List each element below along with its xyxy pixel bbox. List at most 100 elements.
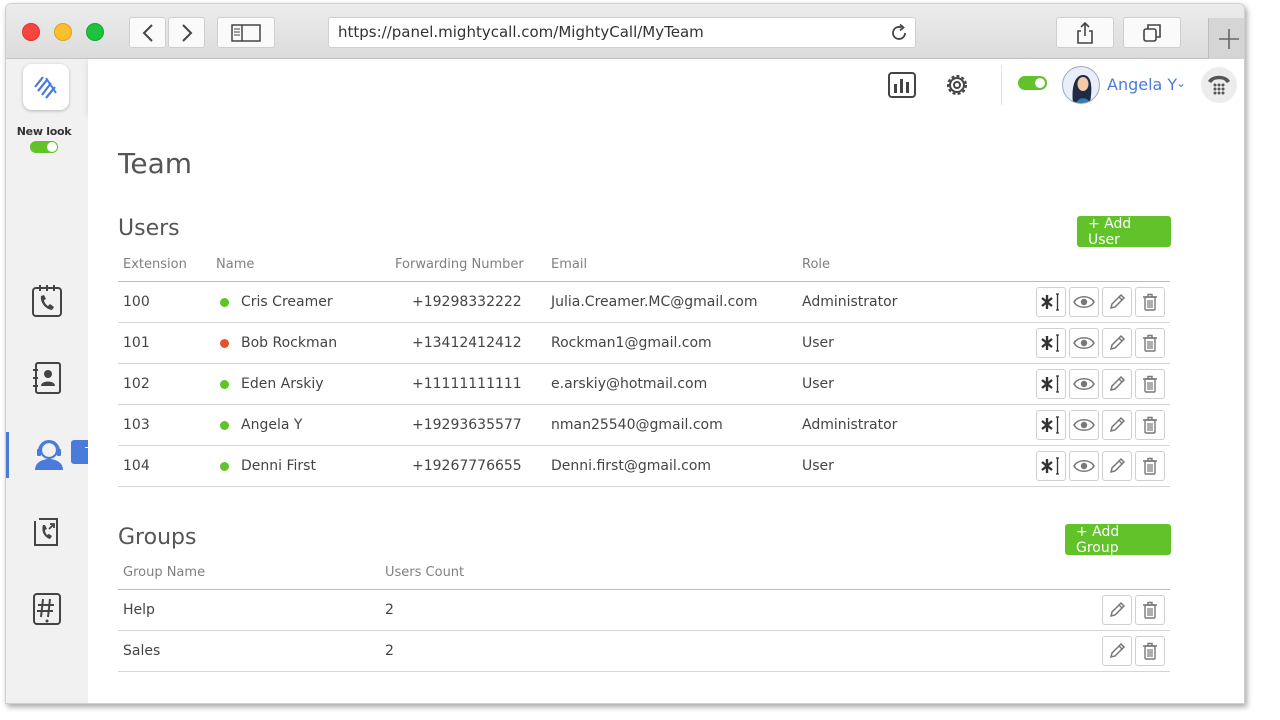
extension-settings-button[interactable] — [1036, 451, 1066, 481]
col-users-count[interactable]: Users Count — [385, 555, 464, 590]
group-name[interactable]: Sales — [123, 631, 160, 671]
browser-window: https://panel.mightycall.com/MightyCall/… — [5, 3, 1245, 704]
nav-callback[interactable] — [6, 509, 88, 555]
edit-button[interactable] — [1102, 451, 1132, 481]
nav-calls[interactable] — [6, 278, 88, 324]
new-tab-icon — [1218, 28, 1239, 49]
user-name[interactable]: Angela Y — [1107, 75, 1177, 94]
reload-icon[interactable] — [889, 23, 909, 53]
user-email: e.arskiy@hotmail.com — [551, 376, 708, 392]
row-actions — [1036, 451, 1165, 481]
delete-button[interactable] — [1135, 287, 1165, 317]
add-user-button[interactable]: + Add User — [1077, 216, 1171, 248]
pencil-icon — [1109, 601, 1126, 618]
extension-settings-button[interactable] — [1036, 287, 1066, 317]
sidebar-toggle-button[interactable] — [217, 17, 275, 48]
back-button[interactable] — [129, 17, 166, 48]
col-group-name[interactable]: Group Name — [123, 555, 205, 590]
browser-toolbar: https://panel.mightycall.com/MightyCall/… — [6, 4, 1244, 59]
extension-settings-button[interactable] — [1036, 369, 1066, 399]
add-group-button[interactable]: + Add Group — [1065, 524, 1171, 556]
edit-button[interactable] — [1102, 328, 1132, 358]
new-tab-button[interactable] — [1208, 18, 1244, 59]
extension-settings-button[interactable] — [1036, 328, 1066, 358]
edit-button[interactable] — [1102, 287, 1132, 317]
user-name[interactable]: Cris Creamer — [241, 282, 333, 322]
tabs-icon — [1143, 23, 1161, 42]
contacts-icon — [33, 362, 61, 394]
status-toggle[interactable] — [1018, 76, 1047, 90]
settings-icon — [947, 75, 967, 95]
avatar[interactable] — [1062, 66, 1100, 104]
delete-button[interactable] — [1135, 636, 1165, 666]
share-button[interactable] — [1056, 17, 1114, 48]
nav-contacts[interactable] — [6, 355, 88, 401]
edit-button[interactable] — [1102, 369, 1132, 399]
table-row[interactable]: Sales 2 — [118, 631, 1170, 672]
trash-icon — [1143, 457, 1157, 475]
forward-button[interactable] — [168, 17, 205, 48]
pencil-icon — [1109, 416, 1126, 433]
user-role: User — [802, 376, 834, 392]
settings-button[interactable] — [941, 69, 973, 101]
user-name[interactable]: Eden Arskiy — [241, 364, 324, 404]
group-name[interactable]: Help — [123, 590, 155, 630]
user-name[interactable]: Denni First — [241, 446, 316, 486]
user-name[interactable]: Bob Rockman — [241, 323, 337, 363]
table-row[interactable]: 100 Cris Creamer +19298332222 Julia.Creamer… — [118, 282, 1170, 323]
delete-button[interactable] — [1135, 369, 1165, 399]
table-row[interactable]: 101 Bob Rockman +13412412412 Rockman1@gmail… — [118, 323, 1170, 364]
view-button[interactable] — [1069, 451, 1099, 481]
maximize-window-button[interactable] — [86, 23, 104, 41]
address-bar[interactable]: https://panel.mightycall.com/MightyCall/… — [328, 17, 916, 48]
user-extension: 101 — [123, 335, 150, 351]
col-name[interactable]: Name — [216, 247, 254, 282]
col-role[interactable]: Role — [802, 247, 830, 282]
view-button[interactable] — [1069, 287, 1099, 317]
pin-icon — [1041, 457, 1059, 475]
view-button[interactable] — [1069, 369, 1099, 399]
nav-numbers[interactable] — [6, 586, 88, 632]
trash-icon — [1143, 334, 1157, 352]
new-look-toggle[interactable] — [30, 141, 58, 153]
user-extension: 103 — [123, 417, 150, 433]
minimize-window-button[interactable] — [54, 23, 72, 41]
delete-button[interactable] — [1135, 595, 1165, 625]
table-row[interactable]: 103 Angela Y +19293635577 nman25540@gmail.c… — [118, 405, 1170, 446]
close-window-button[interactable] — [22, 23, 40, 41]
dialpad-button[interactable] — [1201, 67, 1237, 103]
edit-button[interactable] — [1102, 595, 1132, 625]
delete-button[interactable] — [1135, 328, 1165, 358]
table-row[interactable]: 104 Denni First +19267776655 Denni.first@gm… — [118, 446, 1170, 487]
edit-button[interactable] — [1102, 636, 1132, 666]
delete-button[interactable] — [1135, 451, 1165, 481]
extension-settings-button[interactable] — [1036, 410, 1066, 440]
edit-button[interactable] — [1102, 410, 1132, 440]
col-extension[interactable]: Extension — [123, 247, 187, 282]
reports-button[interactable] — [886, 69, 918, 101]
col-forwarding[interactable]: Forwarding Number — [395, 247, 524, 282]
url-text: https://panel.mightycall.com/MightyCall/… — [338, 23, 704, 41]
main-content: Team Users + Add User Extension Name For… — [88, 113, 1244, 703]
reports-icon — [888, 72, 916, 98]
eye-icon — [1073, 419, 1095, 431]
user-name[interactable]: Angela Y — [241, 405, 302, 445]
groups-table: Group Name Users Count Help 2 Sales 2 — [118, 555, 1170, 672]
delete-button[interactable] — [1135, 410, 1165, 440]
trash-icon — [1143, 642, 1157, 660]
view-button[interactable] — [1069, 328, 1099, 358]
table-row[interactable]: 102 Eden Arskiy +11111111111 e.arskiy@hotma… — [118, 364, 1170, 405]
users-section-title: Users — [118, 216, 180, 241]
team-icon — [34, 440, 63, 470]
tabs-button[interactable] — [1123, 17, 1181, 48]
table-row[interactable]: Help 2 — [118, 590, 1170, 631]
col-email[interactable]: Email — [551, 247, 587, 282]
app-logo[interactable] — [23, 64, 69, 110]
user-avatar-icon — [1072, 75, 1092, 103]
user-forwarding: +19298332222 — [412, 294, 522, 310]
chevron-down-icon[interactable]: ⌄ — [1176, 76, 1186, 90]
view-button[interactable] — [1069, 410, 1099, 440]
trash-icon — [1143, 416, 1157, 434]
pencil-icon — [1109, 293, 1126, 310]
mightycall-logo-icon — [34, 76, 57, 99]
